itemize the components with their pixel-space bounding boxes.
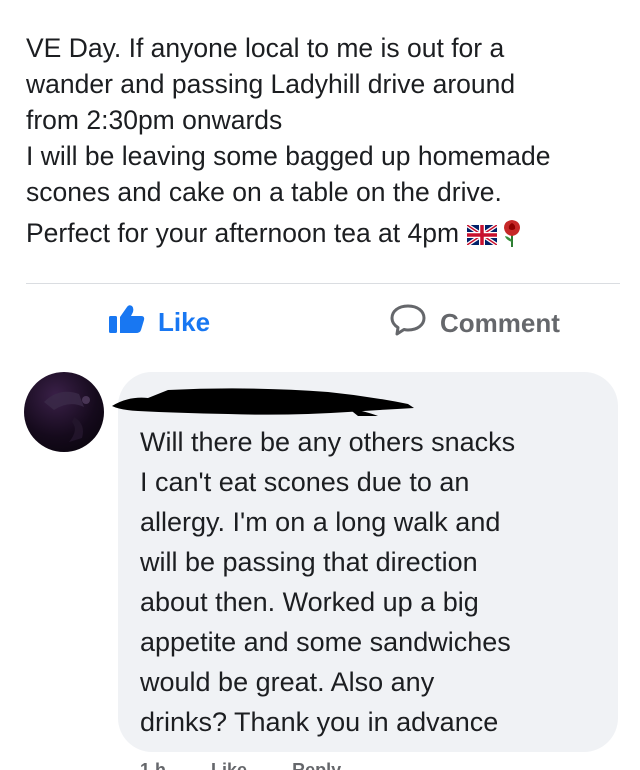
avatar[interactable] (24, 372, 104, 452)
post-action-bar: Like Comment (0, 300, 640, 346)
post-line: VE Day. If anyone local to me is out for… (26, 33, 505, 63)
post-line: I will be leaving some bagged up homemad… (26, 141, 551, 171)
comment-line: drinks? Thank you in advance (140, 707, 499, 737)
post-line-text: Perfect for your afternoon tea at 4pm (26, 218, 460, 248)
like-button[interactable]: Like (108, 304, 210, 341)
like-label: Like (158, 307, 211, 337)
comment-label: Comment (440, 308, 560, 338)
post-line-last: Perfect for your afternoon tea at 4pm (26, 215, 616, 257)
post-line: scones and cake on a table on the drive. (26, 177, 502, 207)
speech-bubble-icon (390, 304, 440, 343)
post-divider (26, 283, 620, 284)
comment-line: about then. Worked up a big (140, 587, 479, 617)
thumbs-up-icon (108, 304, 158, 341)
comment-body: Will there be any others snacks I can't … (140, 422, 610, 742)
comment-timestamp: 1 h (140, 760, 167, 770)
post-body: VE Day. If anyone local to me is out for… (26, 30, 616, 257)
facebook-post-screenshot: VE Day. If anyone local to me is out for… (0, 0, 640, 770)
comment-line: Will there be any others snacks (140, 427, 516, 457)
rose-icon (501, 218, 523, 257)
comment-line: would be great. Also any (140, 667, 435, 697)
post-line: wander and passing Ladyhill drive around (26, 69, 516, 99)
comment-line: appetite and some sandwiches (140, 627, 511, 657)
comment-meta-row: 1 h Like Reply (140, 760, 381, 770)
comment-line: allergy. I'm on a long walk and (140, 507, 501, 537)
comment-like-link[interactable]: Like (211, 760, 247, 770)
comment-line: will be passing that direction (140, 547, 478, 577)
comment-line: I can't eat scones due to an (140, 467, 470, 497)
comment-reply-link[interactable]: Reply (292, 760, 341, 770)
post-line: from 2:30pm onwards (26, 105, 283, 135)
redacted-author-name (108, 378, 418, 418)
uk-flag-icon (465, 218, 499, 254)
comment-button[interactable]: Comment (390, 304, 560, 343)
